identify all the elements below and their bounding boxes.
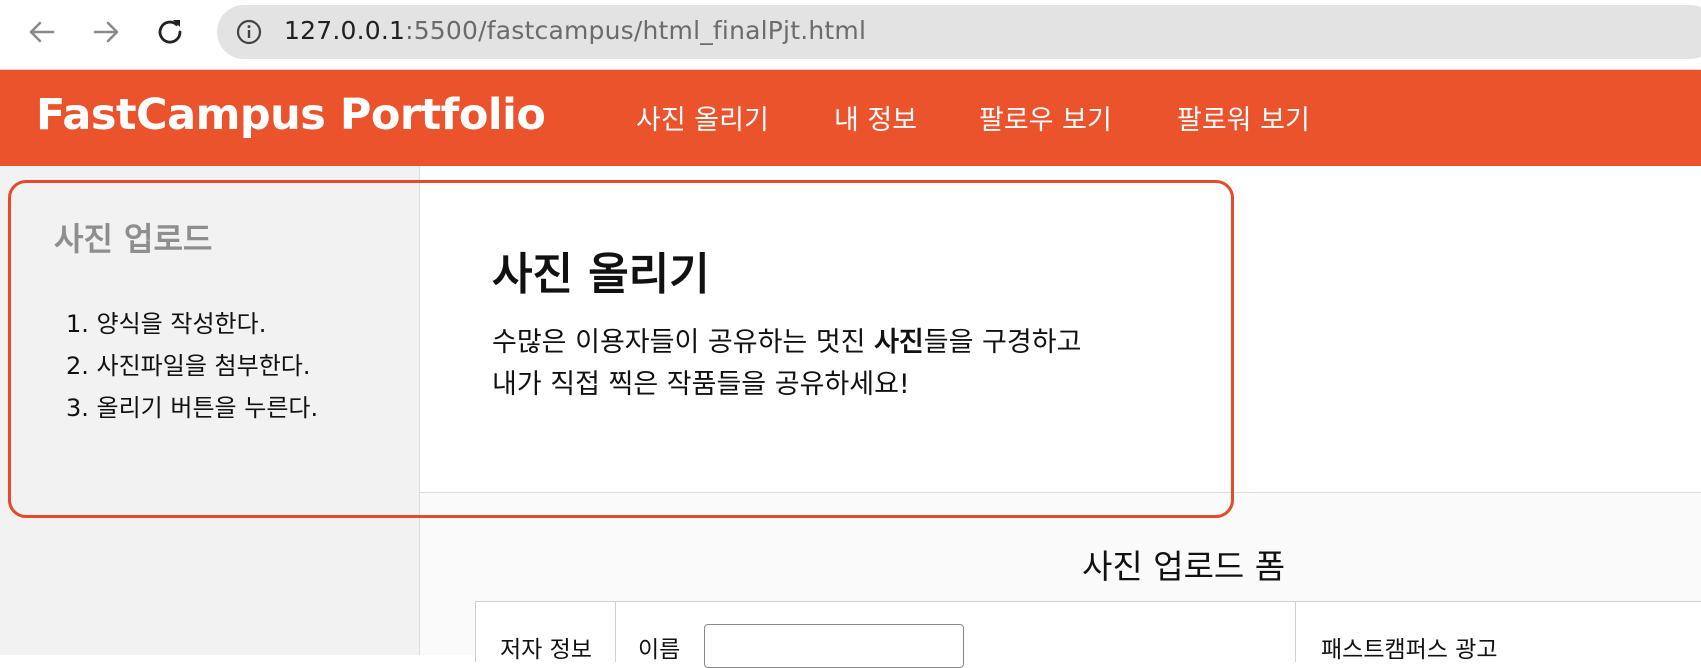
form-title: 사진 업로드 폼 <box>1082 547 1286 586</box>
info-icon[interactable] <box>236 19 262 45</box>
highlight-box <box>8 180 1234 518</box>
nav-my-info[interactable]: 내 정보 <box>834 98 917 137</box>
reload-button[interactable] <box>150 12 190 52</box>
author-info-label: 저자 정보 <box>500 637 592 663</box>
forward-button[interactable] <box>86 12 126 52</box>
table-divider <box>615 602 616 662</box>
nav-followers[interactable]: 팔로워 보기 <box>1177 98 1310 137</box>
url-text[interactable]: 127.0.0.1:5500/fastcampus/html_finalPjt.… <box>284 16 866 45</box>
url-path: :5500/fastcampus/html_finalPjt.html <box>405 16 867 45</box>
reload-icon <box>158 20 182 44</box>
arrow-right-icon <box>93 21 119 43</box>
table-divider <box>1295 602 1296 662</box>
ad-label: 패스트캠퍼스 광고 <box>1321 637 1498 663</box>
arrow-left-icon <box>29 21 55 43</box>
name-label: 이름 <box>638 637 681 663</box>
nav-upload-photo[interactable]: 사진 올리기 <box>636 98 769 137</box>
back-button[interactable] <box>22 12 62 52</box>
nav-following[interactable]: 팔로우 보기 <box>979 98 1112 137</box>
name-input[interactable] <box>704 624 964 668</box>
url-host: 127.0.0.1 <box>284 16 406 45</box>
brand-logo[interactable]: FastCampus Portfolio <box>36 90 546 140</box>
